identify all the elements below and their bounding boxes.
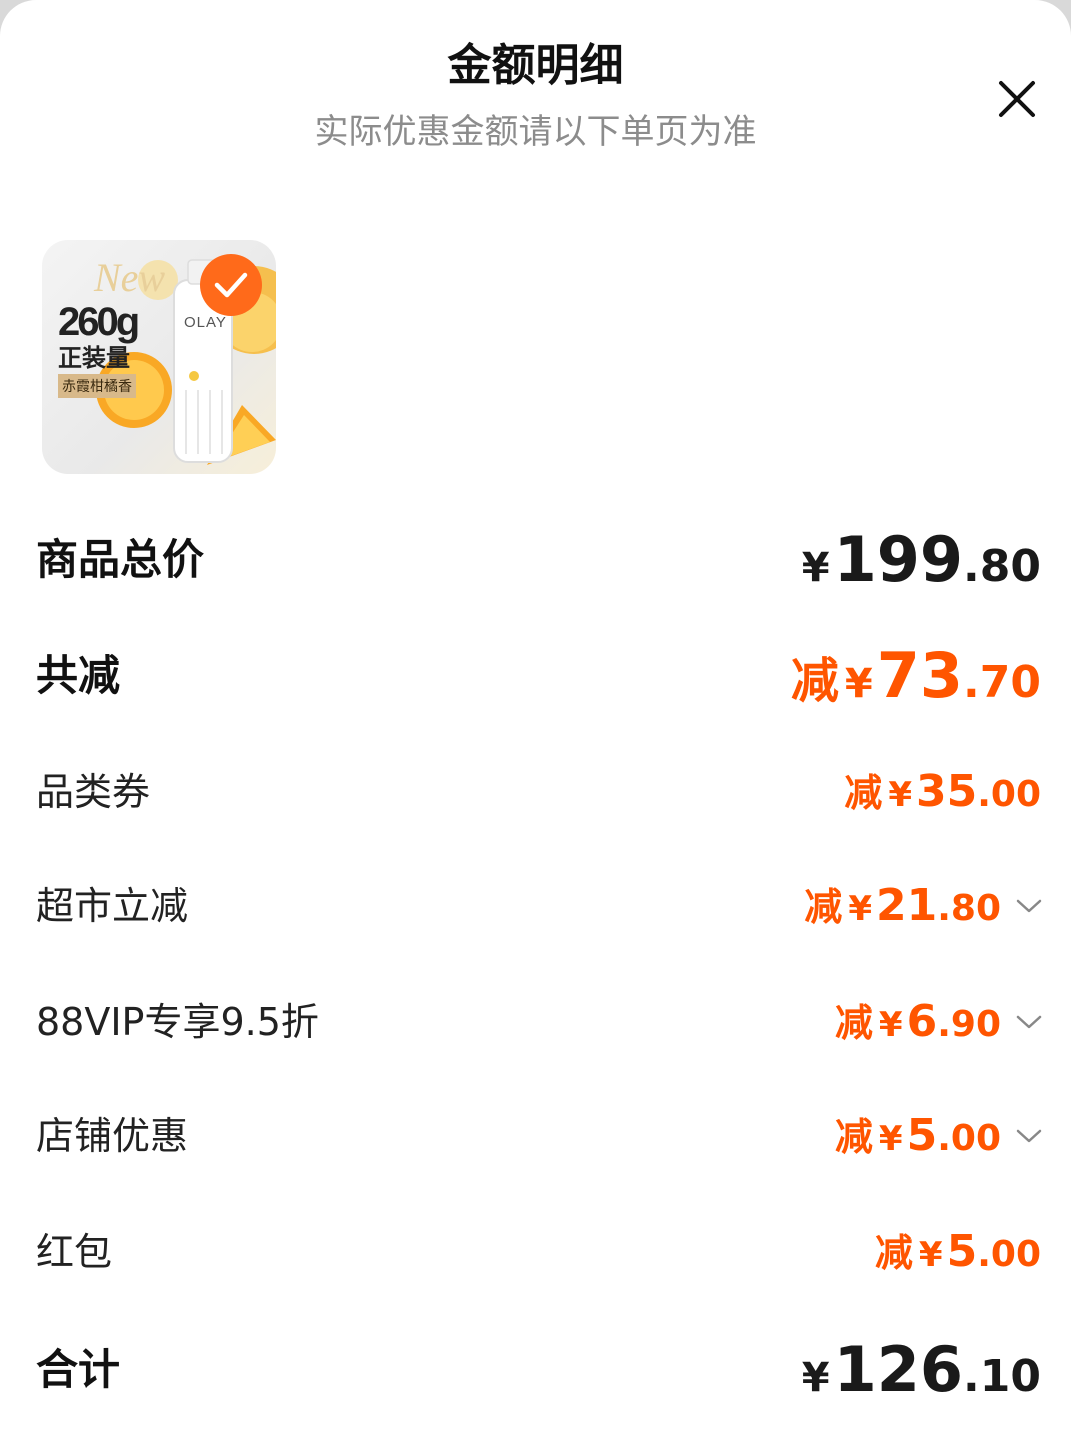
amount-detail-sheet: 金额明细 实际优惠金额请以下单页为准 New 260g 正装量 赤霞柑橘香 OL… xyxy=(0,0,1071,1447)
reduction-prefix: 减 xyxy=(790,653,839,709)
row-red-packet: 红包 减 ¥ 5 .00 xyxy=(0,1212,1071,1292)
row-grand-total: 合计 ¥ 126 .10 xyxy=(0,1330,1071,1410)
close-icon xyxy=(999,81,1035,117)
red-packet-amount: 减 ¥ 5 .00 xyxy=(875,1212,1041,1292)
category-coupon-label: 品类券 xyxy=(36,770,151,814)
currency-symbol: ¥ xyxy=(878,1119,903,1159)
supermarket-discount-label: 超市立减 xyxy=(36,884,189,928)
chevron-down-icon xyxy=(1016,899,1042,913)
amount-decimal: .00 xyxy=(977,774,1041,815)
currency-symbol: ¥ xyxy=(848,889,872,929)
amount-decimal: .90 xyxy=(937,1004,1001,1045)
store-discount-label: 店铺优惠 xyxy=(36,1114,189,1158)
amount-decimal: .80 xyxy=(963,541,1041,592)
reduction-prefix: 减 xyxy=(834,1001,873,1045)
amount-decimal: .70 xyxy=(963,657,1041,708)
vip-discount-amount: 减 ¥ 6 .90 xyxy=(835,982,1001,1062)
reduction-prefix: 减 xyxy=(834,1115,873,1159)
reduction-prefix: 减 xyxy=(804,885,843,929)
subtotal-label: 商品总价 xyxy=(36,535,205,584)
badge-scent: 赤霞柑橘香 xyxy=(58,374,136,398)
reduction-prefix: 减 xyxy=(874,1231,913,1275)
sheet-subtitle: 实际优惠金额请以下单页为准 xyxy=(314,112,757,152)
amount-decimal: .80 xyxy=(937,888,1001,929)
category-coupon-amount: 减 ¥ 35 .00 xyxy=(844,752,1041,832)
amount-integer: 35 xyxy=(915,766,978,817)
vip-discount-label: 88VIP专享9.5折 xyxy=(36,1000,319,1044)
total-reduction-label: 共减 xyxy=(36,651,121,700)
currency-symbol: ¥ xyxy=(844,661,873,707)
sheet-title: 金额明细 xyxy=(447,40,624,91)
selected-check-badge xyxy=(200,254,262,316)
currency-symbol: ¥ xyxy=(918,1235,943,1275)
amount-decimal: .00 xyxy=(977,1234,1041,1275)
store-discount-amount: 减 ¥ 5 .00 xyxy=(835,1096,1001,1176)
amount-integer: 126 xyxy=(833,1333,964,1406)
badge-new: New xyxy=(94,255,166,300)
amount-decimal: .00 xyxy=(937,1118,1001,1159)
amount-integer: 6 xyxy=(906,996,938,1047)
check-icon xyxy=(214,272,248,298)
product-thumbnail[interactable]: New 260g 正装量 赤霞柑橘香 OLAY xyxy=(42,240,276,474)
red-packet-label: 红包 xyxy=(36,1230,113,1274)
brand-logo: OLAY xyxy=(184,314,227,331)
currency-symbol: ¥ xyxy=(801,545,830,591)
amount-integer: 5 xyxy=(906,1110,938,1161)
amount-integer: 21 xyxy=(875,880,938,931)
amount-integer: 199 xyxy=(833,523,964,596)
row-category-coupon: 品类券 减 ¥ 35 .00 xyxy=(0,752,1071,832)
expand-toggle[interactable] xyxy=(1013,1006,1045,1038)
grand-total-amount: ¥ 126 .10 xyxy=(802,1330,1041,1410)
reduction-prefix: 减 xyxy=(844,771,883,815)
supermarket-discount-amount: 减 ¥ 21 .80 xyxy=(804,866,1001,946)
row-store-discount[interactable]: 店铺优惠 减 ¥ 5 .00 xyxy=(0,1096,1071,1176)
row-subtotal: 商品总价 ¥ 199 .80 xyxy=(0,520,1071,600)
badge-full-size: 正装量 xyxy=(58,345,130,372)
chevron-down-icon xyxy=(1016,1015,1042,1029)
subtotal-amount: ¥ 199 .80 xyxy=(802,520,1041,600)
grand-total-label: 合计 xyxy=(36,1345,121,1394)
amount-integer: 73 xyxy=(876,639,964,712)
row-supermarket-discount[interactable]: 超市立减 减 ¥ 21 .80 xyxy=(0,866,1071,946)
currency-symbol: ¥ xyxy=(801,1355,830,1401)
expand-toggle[interactable] xyxy=(1013,890,1045,922)
total-reduction-amount: 减 ¥ 73 .70 xyxy=(791,636,1041,716)
amount-integer: 5 xyxy=(946,1226,978,1277)
close-button[interactable] xyxy=(990,72,1044,126)
chevron-down-icon xyxy=(1016,1129,1042,1143)
currency-symbol: ¥ xyxy=(878,1005,903,1045)
expand-toggle[interactable] xyxy=(1013,1120,1045,1152)
row-88vip-discount[interactable]: 88VIP专享9.5折 减 ¥ 6 .90 xyxy=(0,982,1071,1062)
row-total-reduction: 共减 减 ¥ 73 .70 xyxy=(0,636,1071,716)
currency-symbol: ¥ xyxy=(888,775,912,815)
amount-decimal: .10 xyxy=(963,1351,1041,1402)
